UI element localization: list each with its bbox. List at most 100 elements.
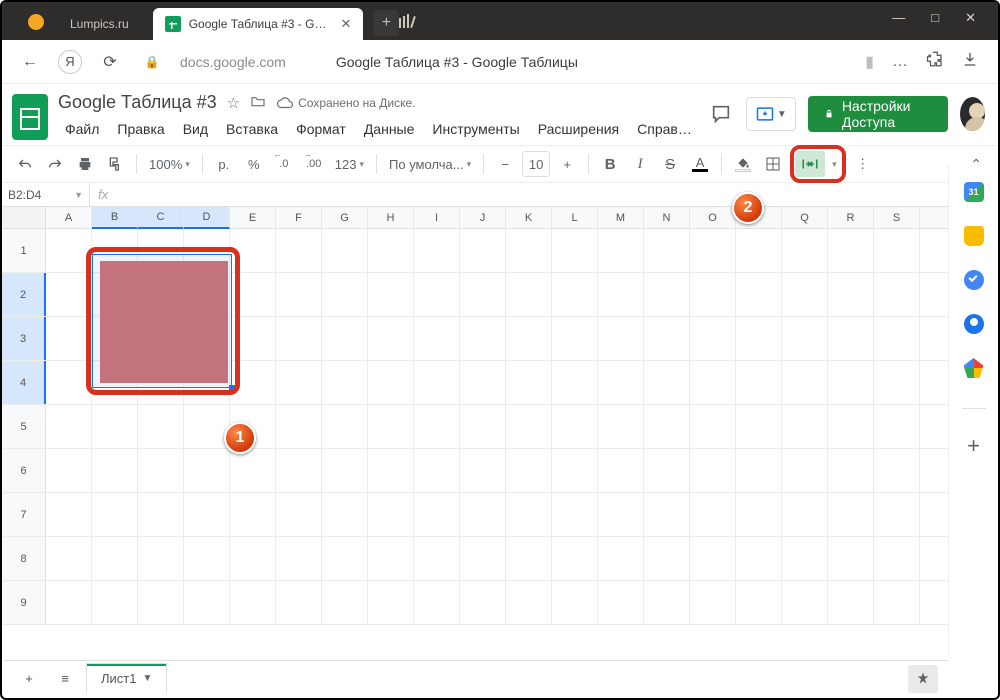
cell[interactable] xyxy=(460,361,506,404)
column-header[interactable]: F xyxy=(276,207,322,228)
cell[interactable] xyxy=(598,581,644,624)
cell[interactable] xyxy=(276,361,322,404)
calendar-icon[interactable]: 31 xyxy=(964,182,984,202)
more-tools-icon[interactable]: ⋮ xyxy=(850,151,876,177)
column-header[interactable]: C xyxy=(138,207,184,229)
cell[interactable] xyxy=(322,493,368,536)
increase-decimal-button[interactable]: .00→ xyxy=(301,151,327,177)
cell[interactable] xyxy=(874,449,920,492)
cell[interactable] xyxy=(598,493,644,536)
cell[interactable] xyxy=(414,493,460,536)
window-maximize-icon[interactable]: □ xyxy=(931,10,939,26)
add-addon-icon[interactable]: + xyxy=(967,433,980,459)
cell[interactable] xyxy=(414,537,460,580)
cell[interactable] xyxy=(46,493,92,536)
column-header[interactable]: B xyxy=(92,207,138,229)
cell[interactable] xyxy=(506,273,552,316)
cell[interactable] xyxy=(782,537,828,580)
cell[interactable] xyxy=(46,449,92,492)
cell[interactable] xyxy=(690,449,736,492)
cell[interactable] xyxy=(506,493,552,536)
window-close-icon[interactable]: ✕ xyxy=(965,10,976,26)
column-header[interactable]: A xyxy=(46,207,92,228)
cell[interactable] xyxy=(828,317,874,360)
cell[interactable] xyxy=(874,581,920,624)
column-header[interactable]: R xyxy=(828,207,874,228)
cell[interactable] xyxy=(414,317,460,360)
cell[interactable] xyxy=(828,361,874,404)
cell[interactable] xyxy=(736,229,782,272)
cell[interactable] xyxy=(644,361,690,404)
document-name[interactable]: Google Таблица #3 xyxy=(58,92,217,113)
cell[interactable] xyxy=(92,493,138,536)
contacts-icon[interactable] xyxy=(964,314,984,334)
move-icon[interactable] xyxy=(250,94,266,112)
cell[interactable] xyxy=(506,537,552,580)
cell[interactable] xyxy=(138,537,184,580)
cell[interactable] xyxy=(736,361,782,404)
share-button[interactable]: Настройки Доступа xyxy=(808,96,949,132)
cell[interactable] xyxy=(552,493,598,536)
explore-button[interactable] xyxy=(908,665,938,693)
cell[interactable] xyxy=(506,405,552,448)
cell[interactable] xyxy=(322,317,368,360)
cell[interactable] xyxy=(322,229,368,272)
cell[interactable] xyxy=(598,273,644,316)
column-header[interactable]: E xyxy=(230,207,276,228)
add-sheet-button[interactable]: + xyxy=(14,665,44,693)
lock-icon[interactable]: 🔒 xyxy=(138,48,166,76)
cell[interactable] xyxy=(138,493,184,536)
zoom-dropdown[interactable]: 100% xyxy=(145,151,194,177)
cell[interactable] xyxy=(644,537,690,580)
font-size-plus-icon[interactable]: + xyxy=(554,151,580,177)
column-header[interactable]: O xyxy=(690,207,736,228)
cell[interactable] xyxy=(874,273,920,316)
cell[interactable] xyxy=(690,581,736,624)
redo-icon[interactable] xyxy=(42,151,68,177)
spreadsheet-grid[interactable]: ABCDEFGHIJKLMNOPQRS 123456789 xyxy=(2,207,998,637)
collections-icon[interactable] xyxy=(399,14,415,28)
cell[interactable] xyxy=(874,229,920,272)
bold-button[interactable]: B xyxy=(597,151,623,177)
decrease-decimal-button[interactable]: .0← xyxy=(271,151,297,177)
strike-button[interactable]: S xyxy=(657,151,683,177)
cell[interactable] xyxy=(368,537,414,580)
cell[interactable] xyxy=(368,317,414,360)
column-header[interactable]: S xyxy=(874,207,920,228)
cell[interactable] xyxy=(322,405,368,448)
cell[interactable] xyxy=(690,493,736,536)
cell[interactable] xyxy=(230,361,276,404)
select-all-corner[interactable] xyxy=(2,207,46,228)
cell[interactable] xyxy=(368,273,414,316)
keep-icon[interactable] xyxy=(964,226,984,246)
cell[interactable] xyxy=(322,361,368,404)
cell[interactable] xyxy=(230,493,276,536)
cell[interactable] xyxy=(644,493,690,536)
cell[interactable] xyxy=(736,317,782,360)
cell[interactable] xyxy=(598,229,644,272)
cell[interactable] xyxy=(690,405,736,448)
cell[interactable] xyxy=(276,493,322,536)
row-header[interactable]: 7 xyxy=(2,493,46,536)
tab-close-icon[interactable]: ✕ xyxy=(340,16,351,32)
menu-edit[interactable]: Правка xyxy=(110,117,171,141)
cell[interactable] xyxy=(782,449,828,492)
cell[interactable] xyxy=(828,449,874,492)
cell[interactable] xyxy=(230,273,276,316)
cell[interactable] xyxy=(506,581,552,624)
cell[interactable] xyxy=(782,405,828,448)
menu-format[interactable]: Формат xyxy=(289,117,353,141)
cell[interactable] xyxy=(874,493,920,536)
cell[interactable] xyxy=(736,537,782,580)
cell[interactable] xyxy=(46,537,92,580)
cell[interactable] xyxy=(184,493,230,536)
cell[interactable] xyxy=(414,449,460,492)
cell[interactable] xyxy=(644,229,690,272)
column-header[interactable]: Q xyxy=(782,207,828,228)
cell[interactable] xyxy=(460,449,506,492)
cell[interactable] xyxy=(368,229,414,272)
cell[interactable] xyxy=(874,405,920,448)
cell[interactable] xyxy=(828,581,874,624)
cell[interactable] xyxy=(598,361,644,404)
cell[interactable] xyxy=(828,537,874,580)
